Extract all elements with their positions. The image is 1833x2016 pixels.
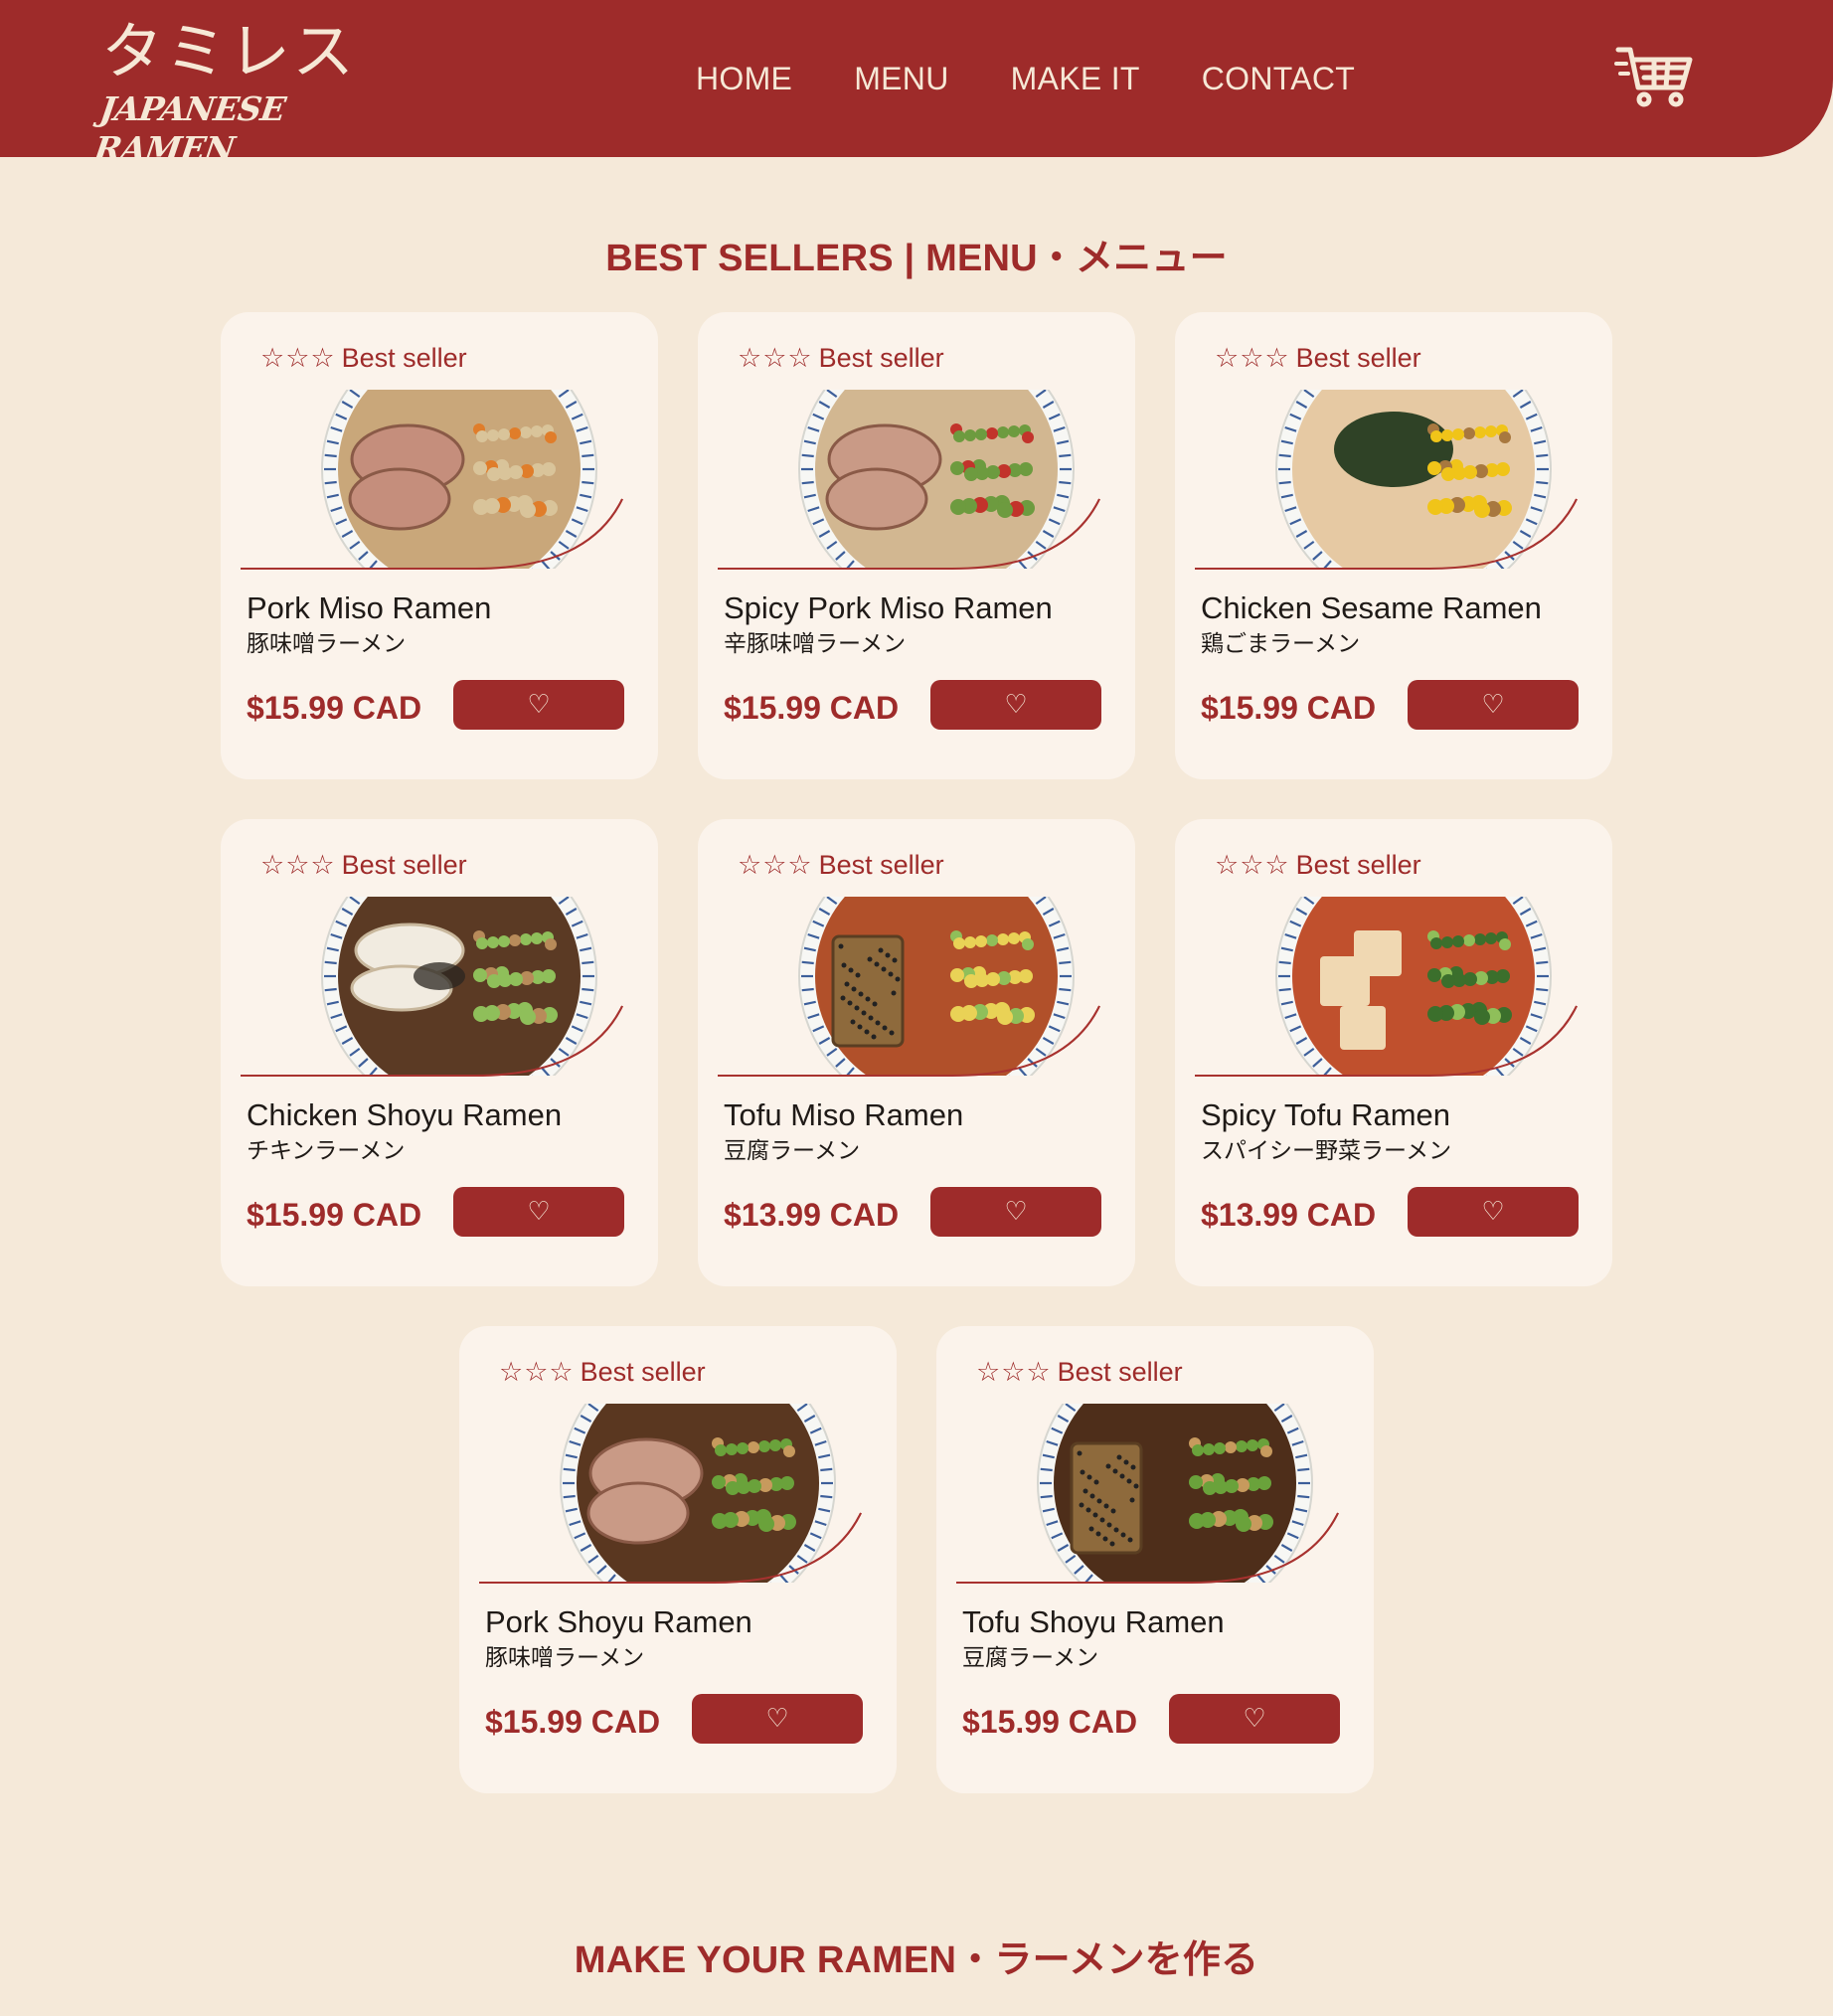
heart-icon: ♡ [1243,1704,1266,1734]
best-seller-badge: ☆☆☆ Best seller [1215,340,1421,376]
menu-card[interactable]: ☆☆☆ Best seller Pork Shoyu Ramen 豚味噌ラーメン … [459,1326,897,1793]
badge-label: Best seller [1295,850,1421,880]
dish-japanese-name: 豚味噌ラーメン [485,1645,645,1671]
badge-label: Best seller [818,343,944,373]
dish-japanese-name: 豆腐ラーメン [724,1138,861,1164]
dish-name: Tofu Miso Ramen [724,1097,964,1132]
star-icons: ☆☆☆ [260,343,336,373]
best-seller-badge: ☆☆☆ Best seller [738,340,944,376]
dish-japanese-name: スパイシー野菜ラーメン [1201,1138,1452,1164]
badge-label: Best seller [580,1357,706,1387]
badge-label: Best seller [341,343,467,373]
site-header: タミレス JAPANESE RAMEN HOME MENU MAKE IT CO… [0,0,1833,169]
favorite-button[interactable]: ♡ [930,680,1101,730]
dish-name: Pork Shoyu Ramen [485,1604,752,1639]
ramen-bowl-image [479,1404,877,1585]
dish-price: $15.99 CAD [1201,690,1377,726]
best-seller-badge: ☆☆☆ Best seller [499,1354,706,1390]
heart-icon: ♡ [527,690,551,720]
logo-japanese-text: タミレス [101,15,357,87]
main-nav: HOME MENU MAKE IT CONTACT [696,56,1355,101]
dish-price: $13.99 CAD [724,1197,900,1233]
badge-label: Best seller [1295,343,1421,373]
dish-name: Chicken Shoyu Ramen [247,1097,563,1132]
favorite-button[interactable]: ♡ [1408,680,1579,730]
star-icons: ☆☆☆ [976,1357,1052,1387]
star-icons: ☆☆☆ [499,1357,575,1387]
dish-japanese-name: 鶏ごまラーメン [1201,631,1361,657]
ramen-bowl-image [1195,897,1592,1078]
dish-japanese-name: 豆腐ラーメン [962,1645,1099,1671]
star-icons: ☆☆☆ [1215,343,1290,373]
favorite-button[interactable]: ♡ [453,680,624,730]
heart-icon: ♡ [1481,690,1505,720]
heart-icon: ♡ [1004,690,1028,720]
ramen-bowl-image [241,897,638,1078]
make-your-ramen-title: MAKE YOUR RAMEN・ラーメンを作る [574,1939,1259,1981]
best-seller-badge: ☆☆☆ Best seller [260,340,467,376]
ramen-bowl-image [241,390,638,571]
badge-label: Best seller [818,850,944,880]
star-icons: ☆☆☆ [260,850,336,880]
heart-icon: ♡ [765,1704,789,1734]
dish-name: Pork Miso Ramen [247,590,492,625]
menu-card[interactable]: ☆☆☆ Best seller Tofu Miso Ramen 豆腐ラーメン $1… [698,819,1135,1286]
favorite-button[interactable]: ♡ [1169,1694,1340,1744]
dish-price: $15.99 CAD [962,1704,1138,1740]
best-sellers-title: BEST SELLERS | MENU・メニュー [605,238,1228,279]
best-seller-badge: ☆☆☆ Best seller [738,847,944,883]
ramen-bowl-image [718,390,1115,571]
badge-label: Best seller [341,850,467,880]
logo-english-text: JAPANESE RAMEN [91,89,288,168]
favorite-button[interactable]: ♡ [453,1187,624,1237]
best-seller-badge: ☆☆☆ Best seller [976,1354,1183,1390]
brand-logo[interactable]: タミレス JAPANESE RAMEN [92,15,357,169]
heart-icon: ♡ [527,1197,551,1227]
menu-card[interactable]: ☆☆☆ Best seller Chicken Sesame Ramen 鶏ごまラ… [1175,312,1612,779]
dish-price: $15.99 CAD [485,1704,661,1740]
nav-menu[interactable]: MENU [854,56,948,101]
ramen-bowl-image [956,1404,1354,1585]
dish-price: $15.99 CAD [724,690,900,726]
star-icons: ☆☆☆ [738,343,813,373]
menu-card[interactable]: ☆☆☆ Best seller Pork Miso Ramen 豚味噌ラーメン $… [221,312,658,779]
dish-name: Spicy Tofu Ramen [1201,1097,1450,1132]
heart-icon: ♡ [1481,1197,1505,1227]
badge-label: Best seller [1057,1357,1183,1387]
heart-icon: ♡ [1004,1197,1028,1227]
best-seller-badge: ☆☆☆ Best seller [260,847,467,883]
best-seller-badge: ☆☆☆ Best seller [1215,847,1421,883]
menu-card[interactable]: ☆☆☆ Best seller Chicken Shoyu Ramen チキンラー… [221,819,658,1286]
nav-contact[interactable]: CONTACT [1202,56,1355,101]
favorite-button[interactable]: ♡ [930,1187,1101,1237]
dish-name: Tofu Shoyu Ramen [962,1604,1225,1639]
favorite-button[interactable]: ♡ [1408,1187,1579,1237]
dish-japanese-name: 辛豚味噌ラーメン [724,631,907,657]
dish-name: Chicken Sesame Ramen [1201,590,1542,625]
favorite-button[interactable]: ♡ [692,1694,863,1744]
dish-name: Spicy Pork Miso Ramen [724,590,1053,625]
menu-card[interactable]: ☆☆☆ Best seller Spicy Tofu Ramen スパイシー野菜ラ… [1175,819,1612,1286]
dish-price: $15.99 CAD [247,690,422,726]
star-icons: ☆☆☆ [1215,850,1290,880]
dish-price: $13.99 CAD [1201,1197,1377,1233]
dish-japanese-name: チキンラーメン [247,1138,406,1164]
star-icons: ☆☆☆ [738,850,813,880]
menu-card[interactable]: ☆☆☆ Best seller Tofu Shoyu Ramen 豆腐ラーメン $… [936,1326,1374,1793]
ramen-bowl-image [1195,390,1592,571]
dish-japanese-name: 豚味噌ラーメン [247,631,407,657]
cart-icon[interactable] [1614,44,1694,109]
nav-make-it[interactable]: MAKE IT [1011,56,1140,101]
dish-price: $15.99 CAD [247,1197,422,1233]
nav-home[interactable]: HOME [696,56,792,101]
ramen-bowl-image [718,897,1115,1078]
menu-card[interactable]: ☆☆☆ Best seller Spicy Pork Miso Ramen 辛豚味… [698,312,1135,779]
